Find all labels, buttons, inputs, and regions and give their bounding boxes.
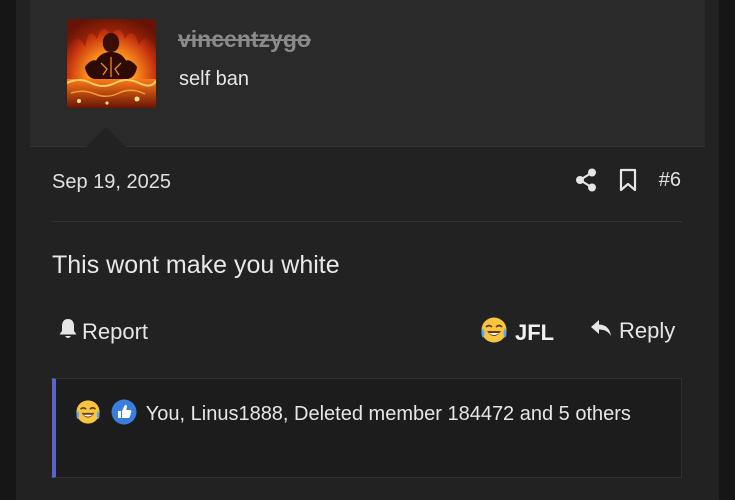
post-number-link[interactable]: #6	[659, 169, 681, 192]
jfl-reaction-button[interactable]: JFL	[480, 316, 554, 350]
reply-button[interactable]: Reply	[590, 318, 675, 344]
post-date[interactable]: Sep 19, 2025	[52, 171, 171, 194]
jfl-label: JFL	[515, 320, 555, 345]
post-container: vincentzygo self ban Sep 19, 2025 #6 Thi…	[16, 0, 719, 500]
post-body: This wont make you white	[52, 251, 340, 279]
crying-laughing-emoji-icon	[75, 399, 101, 434]
reactions-summary[interactable]: You, Linus1888, Deleted member 184472 an…	[146, 403, 631, 425]
post-footer-actions: Report JFL Reply	[52, 316, 682, 350]
user-title: self ban	[179, 68, 250, 90]
report-button[interactable]: Report	[58, 318, 148, 346]
share-icon[interactable]	[575, 168, 597, 192]
report-label: Report	[82, 319, 149, 344]
user-card: vincentzygo self ban	[30, 0, 705, 147]
bookmark-icon[interactable]	[619, 168, 637, 192]
reply-arrow-icon	[590, 318, 612, 344]
bell-icon	[58, 318, 78, 346]
reactions-bar[interactable]: You, Linus1888, Deleted member 184472 an…	[52, 378, 682, 478]
username[interactable]: vincentzygo	[178, 26, 311, 53]
crying-laughing-emoji-icon	[480, 316, 508, 350]
avatar[interactable]	[67, 19, 156, 108]
divider	[52, 221, 682, 222]
user-card-pointer	[86, 127, 126, 147]
thread-page: vincentzygo self ban Sep 19, 2025 #6 Thi…	[0, 0, 735, 500]
reply-label: Reply	[619, 318, 676, 343]
thumbs-up-icon	[111, 399, 137, 434]
reactions-summary-line: You, Linus1888, Deleted member 184472 an…	[75, 399, 655, 434]
avatar-image	[67, 19, 156, 108]
post-actions-top: #6	[575, 168, 681, 192]
